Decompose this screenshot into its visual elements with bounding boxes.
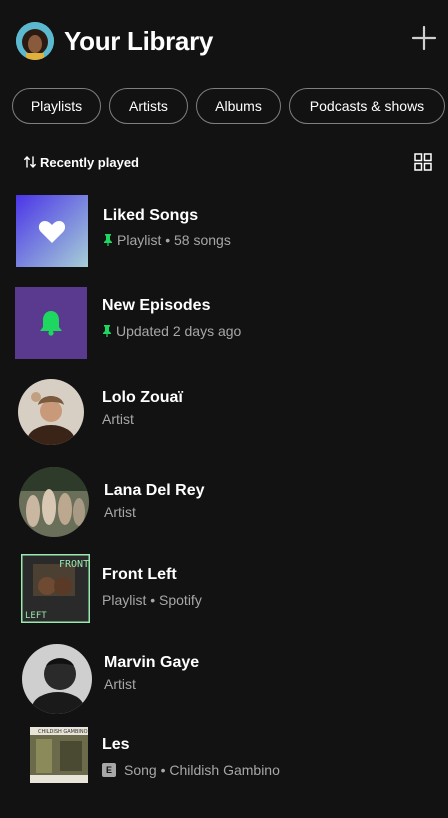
sort-label: Recently played bbox=[40, 154, 139, 170]
item-subtitle: Updated 2 days ago bbox=[102, 322, 241, 340]
item-subtitle: E Song • Childish Gambino bbox=[102, 761, 280, 779]
item-subtitle: Artist bbox=[104, 504, 136, 520]
profile-avatar[interactable] bbox=[16, 22, 54, 60]
item-title: Lolo Zouaï bbox=[102, 389, 183, 406]
list-item-marvin-gaye[interactable]: Marvin Gaye Artist bbox=[0, 641, 448, 721]
page-title: Your Library bbox=[64, 26, 214, 56]
library-header: Your Library bbox=[0, 0, 448, 82]
filter-chip-podcasts[interactable]: Podcasts & shows bbox=[289, 88, 445, 124]
cover-text: CHILDISH GAMBINO bbox=[38, 729, 88, 735]
list-item-lolo-zouai[interactable]: Lolo Zouaï Artist bbox=[0, 375, 448, 455]
artist-avatar bbox=[22, 644, 92, 714]
filter-chip-albums[interactable]: Albums bbox=[196, 88, 281, 124]
item-title: New Episodes bbox=[102, 297, 211, 314]
pin-icon bbox=[104, 234, 112, 246]
item-subtitle: Playlist • 58 songs bbox=[103, 231, 231, 249]
cover-text: FRONT bbox=[59, 559, 89, 570]
svg-text:LEFT: LEFT bbox=[25, 611, 47, 621]
artist-avatar bbox=[19, 467, 89, 537]
list-item-front-left[interactable]: FRONT LEFT Front Left Playlist • Spotify bbox=[0, 551, 448, 631]
item-title: Liked Songs bbox=[103, 207, 199, 224]
item-title: Lana Del Rey bbox=[104, 482, 205, 499]
list-item-lana-del-rey[interactable]: Lana Del Rey Artist bbox=[0, 464, 448, 544]
front-left-cover: FRONT LEFT bbox=[19, 552, 92, 625]
item-subtitle: Artist bbox=[104, 676, 136, 692]
liked-songs-cover bbox=[16, 195, 88, 267]
item-subtitle: Artist bbox=[102, 411, 134, 427]
song-cover: CHILDISH GAMBINO bbox=[30, 727, 88, 783]
list-item-new-episodes[interactable]: New Episodes Updated 2 days ago bbox=[0, 284, 448, 364]
explicit-badge: E bbox=[102, 763, 116, 777]
item-subtitle: Playlist • Spotify bbox=[102, 592, 202, 608]
item-title: Les bbox=[102, 736, 130, 753]
grid-view-icon[interactable] bbox=[414, 153, 432, 171]
list-item-liked-songs[interactable]: Liked Songs Playlist • 58 songs bbox=[0, 192, 448, 272]
item-title: Marvin Gaye bbox=[104, 654, 200, 671]
item-title: Front Left bbox=[102, 566, 177, 583]
sort-button[interactable]: Recently played bbox=[24, 153, 139, 171]
new-episodes-cover bbox=[15, 287, 87, 359]
pin-icon bbox=[103, 325, 111, 337]
sort-arrows-icon bbox=[24, 156, 36, 168]
add-icon[interactable] bbox=[410, 24, 438, 52]
filter-chip-artists[interactable]: Artists bbox=[109, 88, 188, 124]
filter-chips: Playlists Artists Albums Podcasts & show… bbox=[12, 88, 445, 124]
list-item-les[interactable]: CHILDISH GAMBINO Les E Song • Childish G… bbox=[0, 725, 448, 805]
filter-chip-playlists[interactable]: Playlists bbox=[12, 88, 101, 124]
artist-avatar bbox=[18, 379, 84, 445]
